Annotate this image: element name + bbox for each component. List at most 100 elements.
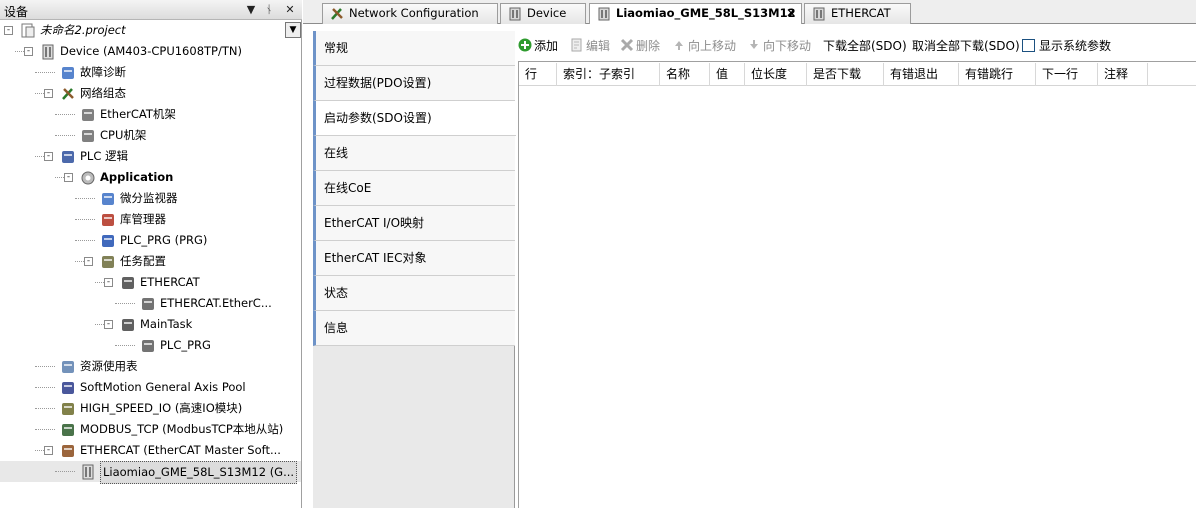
- tree-connector: [55, 471, 75, 472]
- side-tab[interactable]: 在线: [313, 136, 515, 171]
- collapse-toggle-icon[interactable]: -: [104, 278, 113, 287]
- column-header[interactable]: 值: [710, 63, 745, 86]
- side-tab[interactable]: EtherCAT I/O映射: [313, 206, 515, 241]
- tree-node[interactable]: 故障诊断: [0, 62, 301, 83]
- tab-ethercat[interactable]: ETHERCAT: [804, 3, 911, 24]
- tree-node[interactable]: ETHERCAT.EtherC...: [0, 293, 301, 314]
- column-header[interactable]: 有错退出: [884, 63, 959, 86]
- tree-node-label: 未命名2.project: [40, 23, 126, 37]
- device-tree: - 未命名2.project - Device (AM403-CPU1608TP/TN…: [0, 20, 301, 508]
- tab-liaomiao-gme[interactable]: Liaomiao_GME_58L_S13M12 ✕: [589, 3, 802, 25]
- tree-node[interactable]: HIGH_SPEED_IO (高速IO模块): [0, 398, 301, 419]
- io-module-icon: [62, 403, 74, 415]
- column-header[interactable]: 下一行: [1036, 63, 1098, 86]
- tree-node-label: PLC_PRG: [160, 338, 211, 352]
- collapse-toggle-icon[interactable]: -: [44, 89, 53, 98]
- collapse-toggle-icon[interactable]: -: [4, 26, 13, 35]
- tree-node-label: 资源使用表: [80, 359, 138, 373]
- column-header[interactable]: 有错跳行: [959, 63, 1036, 86]
- tree-node[interactable]: PLC_PRG: [0, 335, 301, 356]
- ethercat-master-icon: [62, 445, 74, 457]
- tree-node[interactable]: CPU机架: [0, 125, 301, 146]
- tab-device[interactable]: Device: [500, 3, 586, 24]
- side-tab[interactable]: 启动参数(SDO设置): [313, 101, 516, 136]
- edit-icon: [571, 38, 582, 52]
- tree-connector: [35, 387, 55, 388]
- tree-connector: [35, 408, 55, 409]
- side-tab[interactable]: 过程数据(PDO设置): [313, 66, 515, 101]
- checkbox-box[interactable]: [1022, 39, 1035, 52]
- side-tab[interactable]: 在线CoE: [313, 171, 515, 206]
- tree-node[interactable]: - 任务配置: [0, 251, 301, 272]
- tree-connector: [35, 429, 55, 430]
- tree-node[interactable]: - ETHERCAT (EtherCAT Master Soft...: [0, 440, 301, 461]
- tree-node[interactable]: - MainTask: [0, 314, 301, 335]
- close-panel-icon[interactable]: ✕: [283, 3, 297, 17]
- arrow-up-icon: [675, 41, 683, 50]
- tree-connector: [55, 177, 64, 178]
- tree-node[interactable]: SoftMotion General Axis Pool: [0, 377, 301, 398]
- add-icon: [518, 38, 532, 52]
- tree-dropdown-icon[interactable]: ▼: [285, 22, 301, 38]
- close-tab-icon[interactable]: ✕: [786, 4, 796, 23]
- tree-connector: [75, 261, 84, 262]
- panel-menu-dropdown-icon[interactable]: ▼: [244, 3, 258, 17]
- column-header[interactable]: 位长度: [745, 63, 807, 86]
- show-system-params-checkbox[interactable]: 显示系统参数: [1022, 38, 1111, 56]
- tree-node[interactable]: - Device (AM403-CPU1608TP/TN): [0, 41, 301, 62]
- collapse-toggle-icon[interactable]: -: [24, 47, 33, 56]
- tree-node-label: ETHERCAT: [140, 275, 200, 289]
- plc-logic-icon: [62, 151, 74, 163]
- tab-label: Liaomiao_GME_58L_S13M12: [616, 6, 796, 20]
- sdo-startup-parameters-grid[interactable]: 行索引：子索引 名称值位长度 是否下载 有错退出 有错跳行 下一行 注释: [518, 61, 1196, 508]
- tree-connector: [75, 219, 95, 220]
- side-tab[interactable]: 常规: [313, 31, 515, 66]
- delete-button[interactable]: 删除: [620, 38, 660, 56]
- tree-node[interactable]: - 未命名2.project: [0, 20, 301, 41]
- column-header[interactable]: 名称: [660, 63, 710, 86]
- collapse-toggle-icon[interactable]: -: [104, 320, 113, 329]
- tab-label: Device: [527, 6, 567, 20]
- side-tab[interactable]: EtherCAT IEC对象: [313, 241, 515, 276]
- collapse-toggle-icon[interactable]: -: [44, 446, 53, 455]
- tree-node[interactable]: MODBUS_TCP (ModbusTCP本地从站): [0, 419, 301, 440]
- side-tab[interactable]: 信息: [313, 311, 515, 346]
- tree-node[interactable]: 微分监视器: [0, 188, 301, 209]
- side-tab[interactable]: 状态: [313, 276, 515, 311]
- pin-icon[interactable]: ᚾ: [262, 3, 276, 17]
- tree-node[interactable]: PLC_PRG (PRG): [0, 230, 301, 251]
- tree-node-label: CPU机架: [100, 128, 147, 142]
- move-up-button[interactable]: 向上移动: [672, 38, 736, 56]
- tree-node[interactable]: - PLC 逻辑: [0, 146, 301, 167]
- cancel-download-all-button[interactable]: 取消全部下载(SDO): [912, 38, 1020, 56]
- tree-connector: [95, 282, 104, 283]
- column-header[interactable]: 索引：子索引: [557, 63, 660, 86]
- tree-node[interactable]: 库管理器: [0, 209, 301, 230]
- tree-node[interactable]: EtherCAT机架: [0, 104, 301, 125]
- tree-node[interactable]: Liaomiao_GME_58L_S13M12 (G...: [0, 461, 301, 484]
- tree-node-label: 微分监视器: [120, 191, 178, 205]
- tree-node[interactable]: - Application: [0, 167, 301, 188]
- column-header[interactable]: 行: [519, 63, 557, 86]
- tree-connector: [35, 450, 44, 451]
- collapse-toggle-icon[interactable]: -: [44, 152, 53, 161]
- move-down-button[interactable]: 向下移动: [747, 38, 811, 56]
- collapse-toggle-icon[interactable]: -: [84, 257, 93, 266]
- tree-node[interactable]: - 网络组态: [0, 83, 301, 104]
- tree-node[interactable]: - ETHERCAT: [0, 272, 301, 293]
- tab-network-configuration[interactable]: Network Configuration: [322, 3, 498, 24]
- tree-node[interactable]: 资源使用表: [0, 356, 301, 377]
- tree-node-label: 网络组态: [80, 86, 126, 100]
- collapse-toggle-icon[interactable]: -: [64, 173, 73, 182]
- download-all-button[interactable]: 下载全部(SDO): [823, 38, 907, 56]
- tree-connector: [35, 72, 55, 73]
- device-icon: [813, 7, 825, 21]
- column-header[interactable]: 注释: [1098, 63, 1148, 86]
- column-header[interactable]: 是否下载: [807, 63, 884, 86]
- tree-node-label: HIGH_SPEED_IO (高速IO模块): [80, 401, 243, 415]
- add-button[interactable]: 添加: [518, 38, 558, 56]
- program-icon: [102, 235, 114, 247]
- tree-node-label: PLC 逻辑: [80, 149, 129, 163]
- edit-button[interactable]: 编辑: [570, 38, 610, 56]
- table-icon: [62, 361, 74, 373]
